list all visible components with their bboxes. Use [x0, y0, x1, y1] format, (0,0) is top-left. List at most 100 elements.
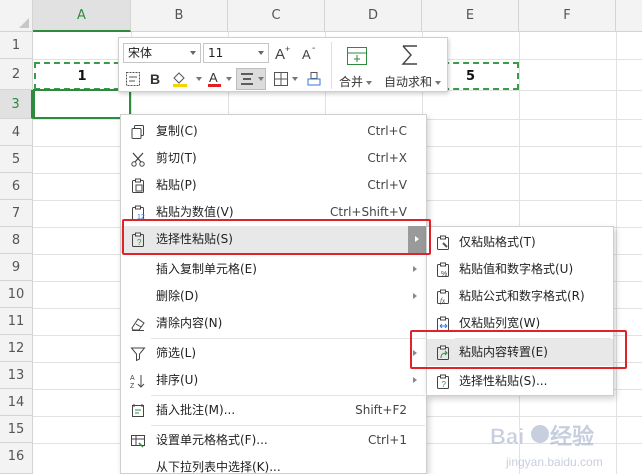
row-header-11[interactable]: 11: [0, 308, 33, 335]
decrease-font-size-button[interactable]: A-: [299, 42, 321, 64]
bold-button[interactable]: B: [147, 68, 165, 90]
chevron-down-icon: [435, 80, 442, 85]
column-header-g[interactable]: [616, 0, 642, 32]
svg-text:Z: Z: [130, 383, 135, 389]
font-size-select[interactable]: 11: [203, 43, 269, 63]
submenu-item-label: 选择性粘贴(S)...: [459, 374, 548, 388]
row-header-4[interactable]: 4: [0, 119, 33, 146]
menu-item-filter[interactable]: 筛选(L): [121, 340, 426, 367]
row-header-12[interactable]: 12: [0, 335, 33, 362]
row-header-13[interactable]: 13: [0, 362, 33, 389]
menu-item-shortcut: Ctrl+1: [367, 433, 407, 447]
menu-item-label: 从下拉列表中选择(K)...: [156, 460, 281, 474]
svg-text:+: +: [285, 44, 290, 54]
svg-text:-: -: [312, 44, 315, 54]
row-header-15[interactable]: 15: [0, 416, 33, 443]
paste-format-icon: [434, 234, 452, 252]
row-header-14[interactable]: 14: [0, 389, 33, 416]
chevron-down-icon: [190, 51, 196, 55]
menu-item-label: 删除(D): [156, 289, 199, 303]
active-cell-a3[interactable]: [33, 89, 133, 121]
menu-item-sort[interactable]: AZ 排序(U): [121, 367, 426, 394]
menu-item-cut[interactable]: 剪切(T) Ctrl+X: [121, 145, 426, 172]
column-header-a[interactable]: A: [33, 0, 131, 32]
menu-item-copy[interactable]: 复制(C) Ctrl+C: [121, 118, 426, 145]
gridline: [616, 32, 617, 474]
format-painter-button[interactable]: [303, 68, 325, 90]
mini-toolbar: 宋体 11 A + A- B A 合并 自动求和: [118, 37, 448, 92]
column-header-b[interactable]: B: [131, 0, 228, 32]
format-cells-icon: [129, 432, 147, 450]
font-color-icon: A: [207, 70, 221, 87]
row-header-2[interactable]: 2: [0, 59, 33, 90]
menu-item-label: 排序(U): [156, 373, 199, 387]
column-header-f[interactable]: F: [519, 0, 616, 32]
menu-item-shortcut: Shift+F2: [355, 403, 407, 417]
fill-bucket-icon: [172, 72, 187, 87]
menu-item-shortcut: Ctrl+C: [367, 124, 407, 138]
borders-icon: [273, 72, 288, 86]
font-name-select[interactable]: 宋体: [123, 43, 201, 63]
menu-item-format-cells[interactable]: 设置单元格格式(F)... Ctrl+1: [121, 427, 426, 454]
svg-text:A: A: [209, 70, 218, 85]
fill-color-button[interactable]: [169, 68, 203, 90]
merge-button[interactable]: 合并: [339, 73, 373, 90]
select-all-corner[interactable]: [0, 0, 33, 32]
baidu-logo-icon: Bai 经验 jingyan.baidu.com: [490, 424, 603, 469]
font-color-button[interactable]: A: [205, 68, 233, 90]
paste-special-dialog-icon: ?: [434, 373, 452, 391]
merge-label: 合并: [339, 75, 364, 89]
submenu-item-paste-format-only[interactable]: 仅粘贴格式(T): [427, 229, 613, 256]
align-center-button[interactable]: [236, 68, 266, 90]
column-header-d[interactable]: D: [325, 0, 422, 32]
row-header-9[interactable]: 9: [0, 254, 33, 281]
row-header-7[interactable]: 7: [0, 200, 33, 227]
menu-item-label: 筛选(L): [156, 346, 197, 360]
wrap-text-button[interactable]: [123, 68, 143, 90]
row-header-5[interactable]: 5: [0, 146, 33, 173]
row-header-8[interactable]: 8: [0, 227, 33, 254]
chevron-down-icon: [258, 51, 264, 55]
column-header-c[interactable]: C: [228, 0, 325, 32]
toolbar-separator: [331, 42, 332, 89]
column-header-e[interactable]: E: [422, 0, 519, 32]
menu-item-pick-from-list[interactable]: 从下拉列表中选择(K)...: [121, 454, 426, 474]
svg-text:Bai: Bai: [490, 424, 524, 449]
row-header-16[interactable]: 16: [0, 443, 33, 474]
submenu-item-paste-special-dialog[interactable]: ? 选择性粘贴(S)...: [427, 368, 613, 395]
align-center-icon: [240, 73, 253, 85]
submenu-item-paste-formula-number-format[interactable]: fx 粘贴公式和数字格式(R): [427, 283, 613, 310]
row-header-10[interactable]: 10: [0, 281, 33, 308]
row-header-6[interactable]: 6: [0, 173, 33, 200]
borders-button[interactable]: [271, 68, 299, 90]
menu-item-insert-copied-cells[interactable]: 插入复制单元格(E): [121, 256, 426, 283]
wrap-text-icon: [126, 72, 140, 86]
menu-item-insert-comment[interactable]: 插入批注(M)... Shift+F2: [121, 397, 426, 424]
menu-separator: [151, 395, 425, 396]
increase-font-size-button[interactable]: A +: [272, 42, 294, 64]
autosum-label: 自动求和: [384, 75, 433, 89]
submenu-item-label: 粘贴值和数字格式(U): [459, 262, 574, 276]
menu-item-paste[interactable]: 粘贴(P) Ctrl+V: [121, 172, 426, 199]
font-grow-icon: A +: [275, 44, 290, 62]
row-header-1[interactable]: 1: [0, 32, 33, 59]
paste-icon: [129, 177, 147, 195]
eraser-icon: [129, 315, 147, 333]
chevron-down-icon: [225, 77, 232, 81]
autosum-button[interactable]: 自动求和: [384, 73, 442, 90]
font-shrink-icon: A-: [302, 44, 315, 62]
menu-item-clear-contents[interactable]: 清除内容(N): [121, 310, 426, 337]
menu-separator: [151, 338, 425, 339]
svg-text:B: B: [150, 71, 160, 87]
menu-item-label: 插入批注(M)...: [156, 403, 236, 417]
menu-item-delete[interactable]: 删除(D): [121, 283, 426, 310]
merge-cells-icon-button[interactable]: [341, 42, 373, 70]
paste-formula-number-icon: fx: [434, 288, 452, 306]
submenu-item-paste-values-number-format[interactable]: % 粘贴值和数字格式(U): [427, 256, 613, 283]
chevron-down-icon: [366, 80, 373, 85]
context-menu: 复制(C) Ctrl+C 剪切(T) Ctrl+X 粘贴(P) Ctrl+V 1…: [120, 114, 427, 474]
autosum-icon-button[interactable]: [395, 41, 425, 69]
row-header-3[interactable]: 3: [0, 90, 33, 119]
menu-item-label: 插入复制单元格(E): [156, 262, 257, 276]
paste-special-submenu: 仅粘贴格式(T) % 粘贴值和数字格式(U) fx 粘贴公式和数字格式(R) 仅…: [426, 226, 614, 396]
